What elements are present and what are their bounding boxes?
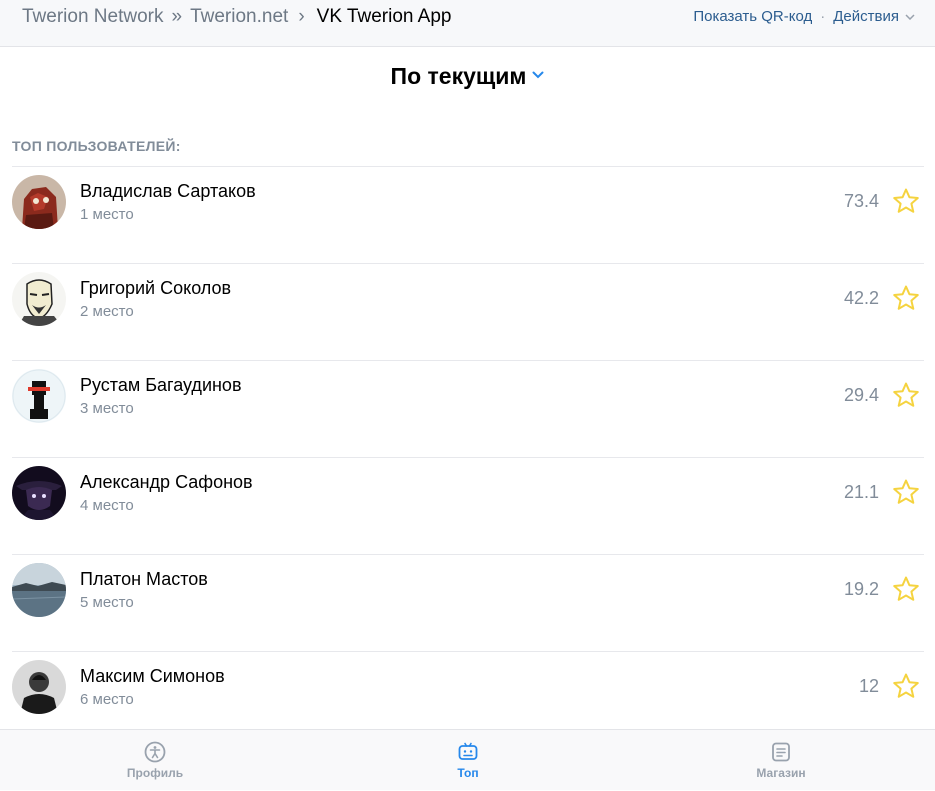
list-item[interactable]: Александр Сафонов 4 место 21.1 <box>12 457 924 554</box>
user-place: 6 место <box>80 691 134 708</box>
section-header: ТОП ПОЛЬЗОВАТЕЛЕЙ: <box>12 138 181 154</box>
user-place: 4 место <box>80 497 134 514</box>
tab-profile[interactable]: Профиль <box>95 730 215 791</box>
user-score: 42.2 <box>843 288 879 308</box>
show-qr-button[interactable]: Показать QR-код <box>693 8 812 25</box>
user-name: Рустам Багаудинов <box>80 375 242 395</box>
star-icon <box>893 479 919 504</box>
avatar <box>12 272 66 326</box>
tab-shop[interactable]: Магазин <box>721 730 841 791</box>
breadcrumb-site[interactable]: Twerion.net <box>190 6 288 27</box>
user-place: 3 место <box>80 400 134 417</box>
user-name: Григорий Соколов <box>80 278 232 298</box>
list-item[interactable]: Платон Мастов 5 место 19.2 <box>12 554 924 651</box>
header-actions: Показать QR-код · Действия <box>693 8 915 25</box>
actions-menu-button[interactable]: Действия <box>833 8 899 25</box>
user-score: 12 <box>858 676 879 696</box>
robot-icon <box>458 742 478 760</box>
chevron-down-icon <box>905 13 915 20</box>
tab-label: Профиль <box>126 766 184 780</box>
star-icon <box>893 188 919 213</box>
breadcrumb-separator: » <box>171 6 183 27</box>
filter-dropdown[interactable]: По текущим <box>0 63 935 90</box>
user-place: 2 место <box>80 303 134 320</box>
user-score: 21.1 <box>843 482 879 502</box>
filter-title: По текущим <box>390 63 527 89</box>
tab-bar: Профиль Топ Магазин <box>0 729 935 790</box>
list-item[interactable]: Григорий Соколов 2 место 42.2 <box>12 263 924 360</box>
breadcrumb-network[interactable]: Twerion Network <box>22 6 164 27</box>
user-name: Платон Мастов <box>80 569 208 589</box>
user-place: 5 место <box>80 594 134 611</box>
avatar <box>12 369 66 423</box>
user-score: 19.2 <box>843 579 879 599</box>
user-score: 29.4 <box>843 385 879 405</box>
breadcrumb: Twerion Network » Twerion.net › VK Twerion A… <box>22 6 452 28</box>
breadcrumb-current-app: VK Twerion App <box>316 6 452 27</box>
avatar <box>12 175 66 229</box>
user-name: Владислав Сартаков <box>80 181 256 201</box>
accessibility-icon <box>144 741 166 763</box>
actions-divider: · <box>820 8 826 25</box>
breadcrumb-chevron-icon: › <box>298 6 305 27</box>
list-item[interactable]: Владислав Сартаков 1 место 73.4 <box>12 166 924 263</box>
user-place: 1 место <box>80 206 134 223</box>
avatar <box>12 563 66 617</box>
tab-top[interactable]: Топ <box>408 730 528 791</box>
list-item[interactable]: Рустам Багаудинов 3 место 29.4 <box>12 360 924 457</box>
avatar <box>12 660 66 714</box>
tab-label: Топ <box>457 766 479 780</box>
users-list: Владислав Сартаков 1 место 73.4 Григорий… <box>12 166 924 748</box>
star-icon <box>893 285 919 310</box>
star-icon <box>893 576 919 601</box>
star-icon <box>893 382 919 407</box>
user-score: 73.4 <box>843 191 879 211</box>
user-name: Александр Сафонов <box>80 472 253 492</box>
chevron-down-icon <box>532 71 544 79</box>
tab-label: Магазин <box>756 766 806 780</box>
top-bar: Twerion Network » Twerion.net › VK Twerion A… <box>0 0 935 47</box>
star-icon <box>893 673 919 698</box>
user-name: Максим Симонов <box>80 666 225 686</box>
avatar <box>12 466 66 520</box>
list-icon <box>772 742 790 762</box>
